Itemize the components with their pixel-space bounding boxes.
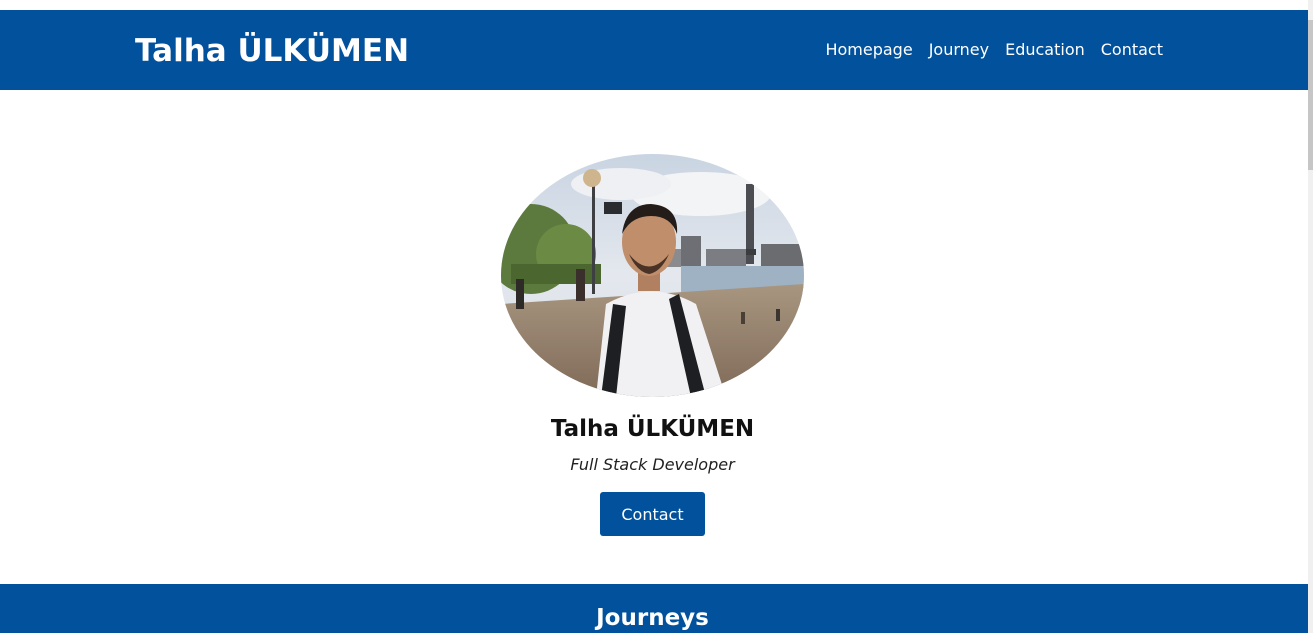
scrollbar-thumb[interactable] [1308, 20, 1313, 170]
page-scrollbar[interactable] [1308, 0, 1313, 633]
top-strip [0, 0, 1313, 10]
section-title: Journeys [596, 605, 709, 631]
journeys-section: Journeys [0, 584, 1308, 633]
profile-photo [501, 154, 804, 397]
profile-name: Talha ÜLKÜMEN [550, 416, 755, 442]
navbar: Talha ÜLKÜMEN Homepage Journey Education… [0, 10, 1308, 90]
nav-link-homepage[interactable]: Homepage [825, 39, 912, 61]
profile-photo-image [501, 154, 804, 397]
contact-button[interactable]: Contact [600, 492, 705, 536]
main-nav: Homepage Journey Education Contact [825, 39, 1163, 61]
brand-logo[interactable]: Talha ÜLKÜMEN [135, 31, 409, 71]
nav-link-journey[interactable]: Journey [929, 39, 989, 61]
hero-section: Talha ÜLKÜMEN Full Stack Developer Conta… [0, 90, 1308, 584]
nav-link-education[interactable]: Education [1005, 39, 1085, 61]
nav-link-contact[interactable]: Contact [1101, 39, 1163, 61]
profile-title: Full Stack Developer [570, 455, 735, 474]
